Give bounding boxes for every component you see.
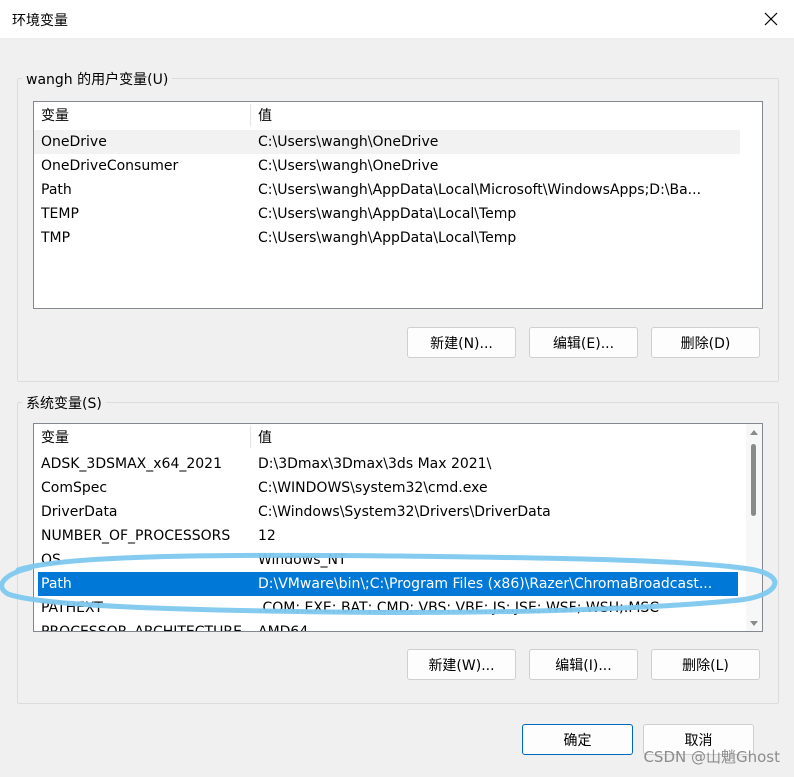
row-value: C:\Users\wangh\AppData\Local\Microsoft\W… bbox=[258, 182, 702, 198]
header-variable[interactable]: 变量 bbox=[41, 427, 69, 447]
user-new-button[interactable]: 新建(N)... bbox=[407, 327, 516, 358]
system-variables-label: 系统变量(S) bbox=[22, 393, 106, 413]
header-divider[interactable] bbox=[250, 104, 251, 126]
row-variable: OneDrive bbox=[41, 134, 107, 150]
row-variable: PATHEXT bbox=[41, 600, 103, 616]
row-variable: ComSpec bbox=[41, 480, 108, 496]
header-divider[interactable] bbox=[250, 426, 251, 448]
row-variable: OS bbox=[41, 552, 61, 568]
row-variable: ADSK_3DSMAX_x64_2021 bbox=[41, 456, 222, 472]
scroll-up-button[interactable] bbox=[746, 424, 762, 440]
user-delete-button[interactable]: 删除(D) bbox=[651, 327, 760, 358]
scroll-down-button[interactable] bbox=[746, 615, 762, 631]
list-header: 变量 值 bbox=[34, 424, 762, 450]
row-variable: TMP bbox=[41, 230, 71, 246]
row-variable: OneDriveConsumer bbox=[41, 158, 179, 174]
user-variables-label: wangh 的用户变量(U) bbox=[22, 69, 173, 89]
arrow-down-icon bbox=[750, 620, 758, 626]
close-button[interactable] bbox=[748, 0, 794, 38]
list-header: 变量 值 bbox=[34, 102, 762, 128]
row-variable: Path bbox=[41, 182, 72, 198]
row-value: D:\VMware\bin\;C:\Program Files (x86)\Ra… bbox=[258, 576, 713, 592]
window-title: 环境变量 bbox=[12, 13, 68, 29]
header-value[interactable]: 值 bbox=[258, 427, 272, 447]
row-value: Windows_NT bbox=[258, 552, 347, 568]
row-variable: TEMP bbox=[41, 206, 79, 222]
row-value: C:\Users\wangh\OneDrive bbox=[258, 134, 439, 150]
row-value: 12 bbox=[258, 528, 276, 544]
row-variable: Path bbox=[41, 576, 72, 592]
row-value: C:\Windows\System32\Drivers\DriverData bbox=[258, 504, 551, 520]
row-variable: DriverData bbox=[41, 504, 118, 520]
system-variables-list[interactable]: 变量 值 ADSK_3DSMAX_x64_2021 D:\3Dmax\3Dmax… bbox=[33, 423, 763, 632]
vertical-scrollbar[interactable] bbox=[746, 424, 762, 631]
row-value: D:\3Dmax\3Dmax\3ds Max 2021\ bbox=[258, 456, 492, 472]
user-variables-list[interactable]: 变量 值 OneDrive C:\Users\wangh\OneDrive On… bbox=[33, 101, 763, 309]
header-value[interactable]: 值 bbox=[258, 105, 272, 125]
table-row[interactable]: OneDrive C:\Users\wangh\OneDrive bbox=[34, 130, 740, 154]
row-value: AMD64 bbox=[258, 624, 309, 632]
row-value: C:\Users\wangh\OneDrive bbox=[258, 158, 439, 174]
table-row[interactable]: NUMBER_OF_PROCESSORS 12 bbox=[34, 524, 740, 548]
system-edit-button[interactable]: 编辑(I)... bbox=[529, 649, 638, 680]
table-row-selected[interactable]: Path D:\VMware\bin\;C:\Program Files (x8… bbox=[38, 572, 738, 596]
table-row[interactable]: ADSK_3DSMAX_x64_2021 D:\3Dmax\3Dmax\3ds … bbox=[34, 452, 740, 476]
user-edit-button[interactable]: 编辑(E)... bbox=[529, 327, 638, 358]
table-row[interactable]: TMP C:\Users\wangh\AppData\Local\Temp bbox=[34, 226, 740, 250]
table-row[interactable]: DriverData C:\Windows\System32\Drivers\D… bbox=[34, 500, 740, 524]
ok-button[interactable]: 确定 bbox=[522, 724, 633, 755]
system-delete-button[interactable]: 删除(L) bbox=[651, 649, 760, 680]
arrow-up-icon bbox=[750, 429, 758, 435]
row-value: C:\Users\wangh\AppData\Local\Temp bbox=[258, 206, 517, 222]
table-row[interactable]: OneDriveConsumer C:\Users\wangh\OneDrive bbox=[34, 154, 740, 178]
table-row[interactable]: PROCESSOR_ARCHITECTURE AMD64 bbox=[34, 620, 740, 632]
row-variable: NUMBER_OF_PROCESSORS bbox=[41, 528, 231, 544]
table-row[interactable]: Path C:\Users\wangh\AppData\Local\Micros… bbox=[34, 178, 740, 202]
table-row[interactable]: ComSpec C:\WINDOWS\system32\cmd.exe bbox=[34, 476, 740, 500]
close-icon bbox=[764, 12, 778, 26]
header-variable[interactable]: 变量 bbox=[41, 105, 69, 125]
row-value: C:\WINDOWS\system32\cmd.exe bbox=[258, 480, 488, 496]
table-row[interactable]: PATHEXT .COM;.EXE;.BAT;.CMD;.VBS;.VBE;.J… bbox=[34, 596, 740, 620]
table-row[interactable]: TEMP C:\Users\wangh\AppData\Local\Temp bbox=[34, 202, 740, 226]
table-row[interactable]: OS Windows_NT bbox=[34, 548, 740, 572]
row-value: .COM;.EXE;.BAT;.CMD;.VBS;.VBE;.JS;.JSE;.… bbox=[258, 600, 660, 616]
system-new-button[interactable]: 新建(W)... bbox=[407, 649, 516, 680]
watermark: CSDN @山魈Ghost bbox=[643, 748, 780, 766]
row-value: C:\Users\wangh\AppData\Local\Temp bbox=[258, 230, 517, 246]
scroll-thumb[interactable] bbox=[751, 444, 756, 516]
title-bar: 环境变量 bbox=[0, 0, 794, 38]
row-variable: PROCESSOR_ARCHITECTURE bbox=[41, 624, 242, 632]
